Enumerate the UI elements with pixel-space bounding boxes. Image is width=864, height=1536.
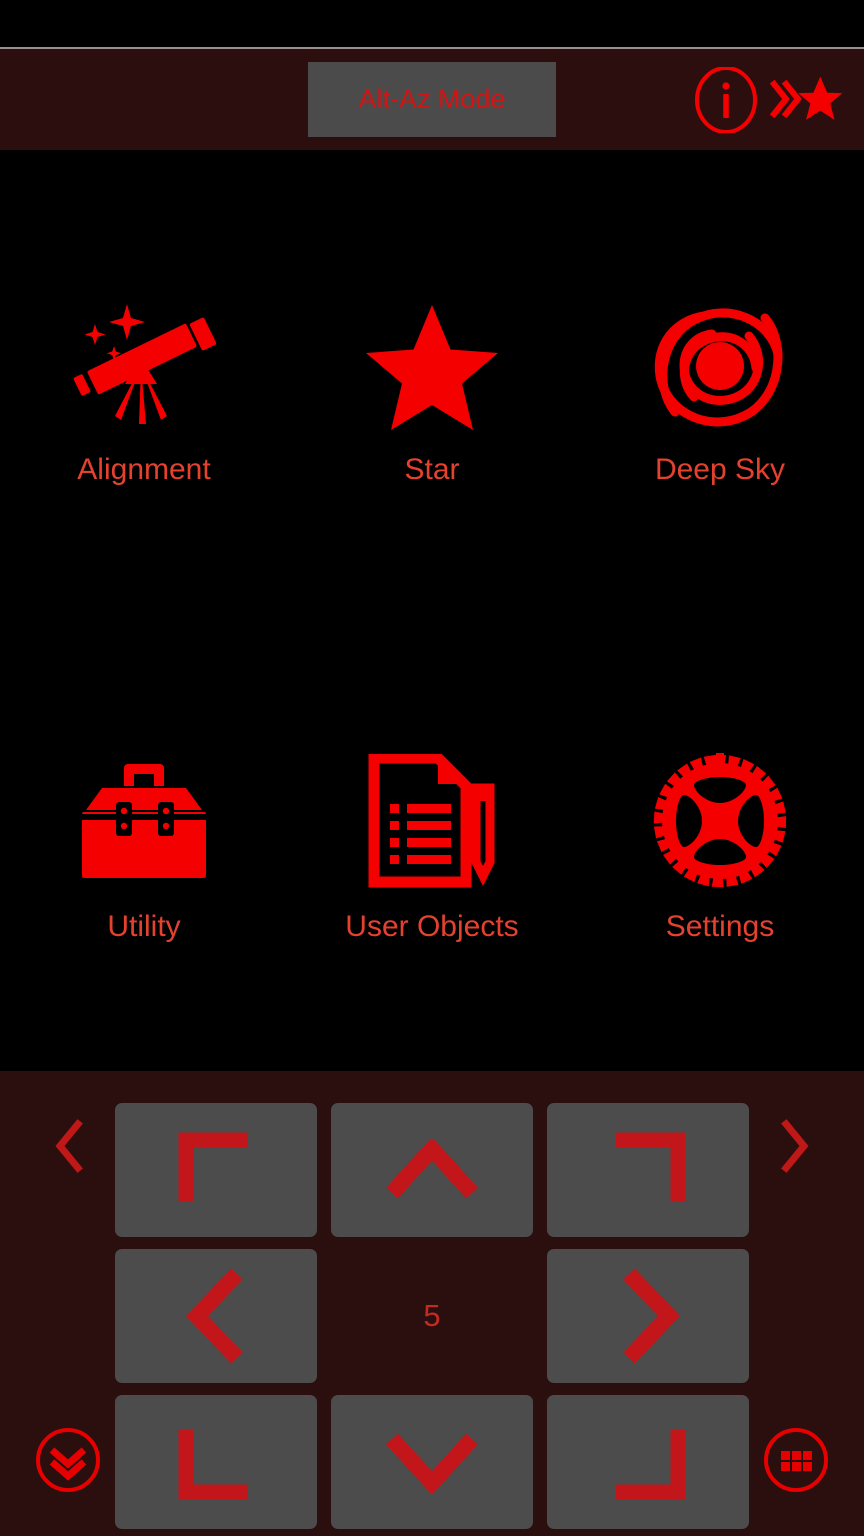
tile-icon-wrap <box>366 746 498 896</box>
dpad: 5 <box>115 1103 749 1529</box>
dpad-left-button[interactable] <box>115 1249 317 1383</box>
tile-label: Settings <box>665 909 775 943</box>
tile-label: User Objects <box>345 909 519 943</box>
dpad-right-button[interactable] <box>547 1249 749 1383</box>
chevron-down-icon <box>386 1433 478 1493</box>
gear-icon <box>653 752 787 887</box>
tile-label: Alignment <box>77 452 211 486</box>
control-panel: 5 <box>0 1071 864 1536</box>
dpad-speed-value[interactable]: 5 <box>331 1249 533 1383</box>
tile-utility[interactable]: Utility <box>29 746 259 942</box>
tile-star[interactable]: Star <box>317 294 547 485</box>
main-menu-grid: Alignment Star Deep Sky Utility User Obj… <box>0 150 864 1071</box>
dpad-down-left-button[interactable] <box>115 1395 317 1529</box>
mode-button-label: Alt-Az Mode <box>358 84 506 114</box>
info-button[interactable] <box>692 66 760 134</box>
tile-settings[interactable]: Settings <box>605 746 835 942</box>
goto-star-button[interactable] <box>770 66 848 134</box>
tile-deep-sky[interactable]: Deep Sky <box>605 294 835 485</box>
tile-icon-wrap <box>69 294 219 439</box>
double-chevron-right-star-icon <box>770 76 843 120</box>
tile-user-objects[interactable]: User Objects <box>317 746 547 942</box>
chevron-right-icon <box>623 1268 679 1364</box>
chevron-right-icon <box>781 1119 809 1173</box>
dpad-up-button[interactable] <box>331 1103 533 1237</box>
dpad-down-button[interactable] <box>331 1395 533 1529</box>
header-actions <box>692 49 848 150</box>
document-pencil-icon <box>368 753 495 888</box>
corner-top-right-icon <box>616 1132 686 1202</box>
tile-icon-wrap <box>648 294 792 439</box>
header-bar: Alt-Az Mode <box>0 49 864 150</box>
tile-label: Utility <box>107 909 181 943</box>
toolbox-icon <box>82 763 206 878</box>
corner-top-left-icon <box>178 1132 248 1202</box>
keypad-grid-button[interactable] <box>762 1426 830 1494</box>
tile-icon-wrap <box>364 294 500 439</box>
corner-bottom-left-icon <box>178 1430 248 1500</box>
dpad-down-right-button[interactable] <box>547 1395 749 1529</box>
mode-button[interactable]: Alt-Az Mode <box>308 62 556 137</box>
tile-icon-wrap <box>72 746 216 896</box>
app-root: Alt-Az Mode Alignment Star Deep Sky Util… <box>0 0 864 1536</box>
telescope-icon <box>73 304 217 425</box>
tile-icon-wrap <box>650 746 790 896</box>
dpad-up-right-button[interactable] <box>547 1103 749 1237</box>
tile-alignment[interactable]: Alignment <box>29 294 259 485</box>
chevron-left-icon <box>55 1119 83 1173</box>
chevron-left-icon <box>185 1268 243 1364</box>
grid-dots-circle-icon <box>764 1428 828 1492</box>
tile-label: Deep Sky <box>654 452 786 486</box>
double-chevron-down-circle-icon <box>36 1428 100 1492</box>
tile-label: Star <box>404 452 460 486</box>
star-icon <box>366 305 498 431</box>
status-bar <box>0 0 864 47</box>
corner-bottom-right-icon <box>616 1430 686 1500</box>
collapse-panel-button[interactable] <box>34 1426 102 1494</box>
chevron-up-icon <box>386 1139 478 1199</box>
info-circle-icon <box>695 66 757 133</box>
spiral-galaxy-icon <box>654 308 783 427</box>
dpad-up-left-button[interactable] <box>115 1103 317 1237</box>
